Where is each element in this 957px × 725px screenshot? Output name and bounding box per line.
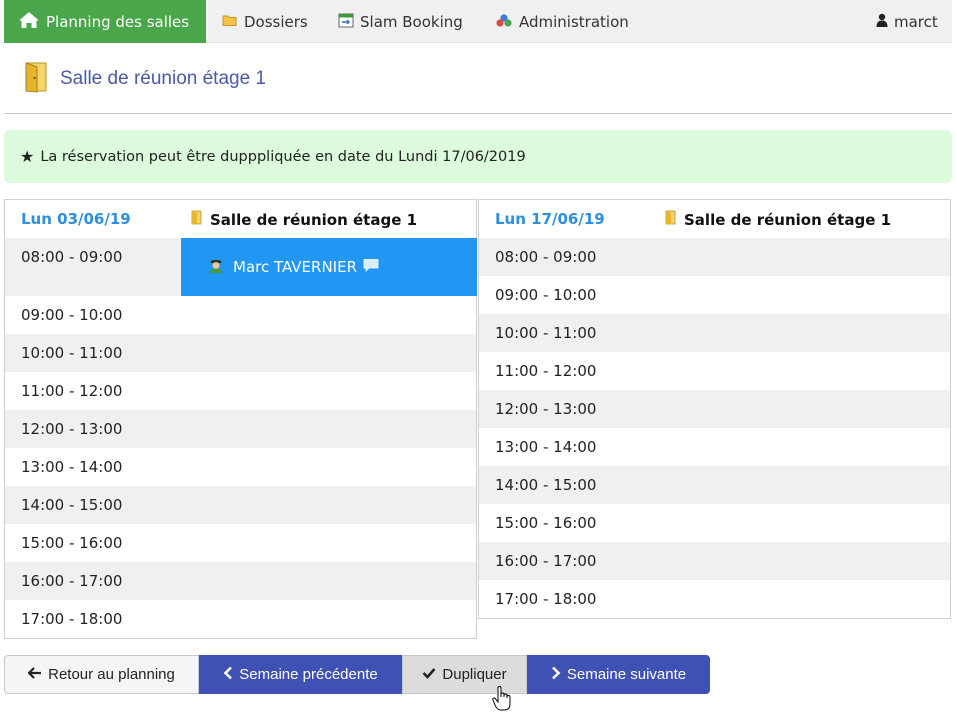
alert-text: La réservation peut être dupppliquée en …: [40, 148, 526, 165]
time-slot[interactable]: 17:00 - 18:00: [479, 580, 950, 618]
time-slot-label: 15:00 - 16:00: [495, 514, 597, 532]
time-slot-label: 10:00 - 11:00: [21, 344, 123, 362]
time-slot[interactable]: 13:00 - 14:00: [5, 448, 476, 486]
time-slot[interactable]: 08:00 - 09:00 Marc TAVERNIER: [5, 238, 477, 296]
next-week-button[interactable]: Semaine suivante: [527, 655, 710, 694]
time-slot-label: 17:00 - 18:00: [21, 610, 123, 628]
target-slot-list: 08:00 - 09:00 09:00 - 10:00 10:00 - 11:0…: [479, 238, 950, 618]
time-slot-label: 08:00 - 09:00: [495, 248, 597, 266]
time-slot[interactable]: 10:00 - 11:00: [5, 334, 476, 372]
time-slot-label: 12:00 - 13:00: [21, 420, 123, 438]
duplicate-info-alert: ★ La réservation peut être dupppliquée e…: [4, 130, 952, 183]
comment-icon[interactable]: [363, 258, 379, 276]
source-day-label[interactable]: Lun 03/06/19: [21, 210, 131, 228]
time-slot-label: 11:00 - 12:00: [495, 362, 597, 380]
time-slot-label: 14:00 - 15:00: [495, 476, 597, 494]
nav-slam-label: Slam Booking: [360, 12, 463, 31]
time-slot-label: 16:00 - 17:00: [495, 552, 597, 570]
time-slot[interactable]: 11:00 - 12:00: [479, 352, 950, 390]
time-slot[interactable]: 15:00 - 16:00: [479, 504, 950, 542]
time-slot-label: 13:00 - 14:00: [21, 458, 123, 476]
nav-administration[interactable]: Administration: [495, 0, 629, 43]
hand-pointer-icon: [492, 685, 512, 716]
nav-dossiers[interactable]: Dossiers: [222, 0, 308, 43]
time-slot-label: 12:00 - 13:00: [495, 400, 597, 418]
time-slot[interactable]: 10:00 - 11:00: [479, 314, 950, 352]
booking-owner: Marc TAVERNIER: [233, 258, 357, 276]
source-room-label: Salle de réunion étage 1: [191, 210, 417, 229]
time-slot-label: 10:00 - 11:00: [495, 324, 597, 342]
time-slot-label: 17:00 - 18:00: [495, 590, 597, 608]
source-slot-list: 08:00 - 09:00 Marc TAVERNIER 09:00 - 10:…: [5, 238, 477, 638]
star-icon: ★: [20, 147, 35, 166]
door-icon: [665, 210, 676, 229]
cubes-icon: [495, 13, 513, 31]
prev-button-label: Semaine précédente: [239, 666, 378, 683]
target-room-name: Salle de réunion étage 1: [684, 210, 892, 229]
time-slot[interactable]: 12:00 - 13:00: [5, 410, 476, 448]
action-button-group: Retour au planning Semaine précédente Du…: [4, 655, 710, 694]
chevron-left-icon: [223, 666, 233, 684]
time-slot[interactable]: 12:00 - 13:00: [479, 390, 950, 428]
page-title: Salle de réunion étage 1: [60, 67, 266, 89]
time-slot[interactable]: 17:00 - 18:00: [5, 600, 476, 638]
time-slot-label: 09:00 - 10:00: [21, 306, 123, 324]
previous-week-button[interactable]: Semaine précédente: [199, 655, 402, 694]
nav-user-menu[interactable]: marct: [876, 0, 938, 43]
user-icon: [876, 13, 888, 31]
source-day-header: Lun 03/06/19 Salle de réunion étage 1: [5, 200, 476, 238]
time-slot[interactable]: 15:00 - 16:00: [5, 524, 476, 562]
booking-block[interactable]: Marc TAVERNIER: [181, 238, 477, 296]
arrow-left-icon: [27, 666, 42, 683]
target-room-label: Salle de réunion étage 1: [665, 210, 891, 229]
page-header: Salle de réunion étage 1: [4, 44, 952, 114]
time-slot[interactable]: 11:00 - 12:00: [5, 372, 476, 410]
time-slot[interactable]: 08:00 - 09:00: [479, 238, 950, 276]
time-slot-label: 09:00 - 10:00: [495, 286, 597, 304]
door-icon: [24, 61, 48, 97]
time-slot[interactable]: 16:00 - 17:00: [5, 562, 476, 600]
chevron-right-icon: [551, 666, 561, 684]
back-to-planning-button[interactable]: Retour au planning: [4, 655, 199, 694]
nav-planning-label: Planning des salles: [46, 12, 190, 31]
time-slot[interactable]: 14:00 - 15:00: [479, 466, 950, 504]
time-slot[interactable]: 09:00 - 10:00: [5, 296, 476, 334]
time-slot-label: 13:00 - 14:00: [495, 438, 597, 456]
time-slot-label: 11:00 - 12:00: [21, 382, 123, 400]
nav-slam-booking[interactable]: Slam Booking: [338, 0, 463, 43]
top-navbar: Planning des salles Dossiers Slam Bookin…: [4, 0, 952, 43]
target-day-panel: Lun 17/06/19 Salle de réunion étage 1 08…: [478, 199, 951, 619]
source-day-panel: Lun 03/06/19 Salle de réunion étage 1 08…: [4, 199, 477, 639]
time-slot-label: 14:00 - 15:00: [21, 496, 123, 514]
next-button-label: Semaine suivante: [566, 666, 687, 683]
nav-dossiers-label: Dossiers: [244, 12, 308, 31]
folder-icon: [222, 13, 238, 31]
time-slot[interactable]: 09:00 - 10:00: [479, 276, 950, 314]
time-slot-label: 16:00 - 17:00: [21, 572, 123, 590]
dup-button-label: Dupliquer: [442, 666, 507, 683]
target-day-label[interactable]: Lun 17/06/19: [495, 210, 605, 228]
nav-planning-des-salles[interactable]: Planning des salles: [4, 0, 206, 43]
time-slot[interactable]: 14:00 - 15:00: [5, 486, 476, 524]
person-icon: [207, 257, 225, 277]
source-room-name: Salle de réunion étage 1: [210, 210, 418, 229]
door-icon: [191, 210, 202, 229]
check-icon: [422, 666, 436, 683]
time-slot[interactable]: 13:00 - 14:00: [479, 428, 950, 466]
target-day-header: Lun 17/06/19 Salle de réunion étage 1: [479, 200, 950, 238]
nav-user-label: marct: [894, 12, 938, 31]
back-button-label: Retour au planning: [48, 666, 175, 683]
time-slot-label: 08:00 - 09:00: [21, 248, 123, 266]
nav-admin-label: Administration: [519, 12, 629, 31]
time-slot[interactable]: 16:00 - 17:00: [479, 542, 950, 580]
home-icon: [18, 11, 40, 33]
time-slot-label: 15:00 - 16:00: [21, 534, 123, 552]
calendar-icon: [338, 12, 354, 32]
